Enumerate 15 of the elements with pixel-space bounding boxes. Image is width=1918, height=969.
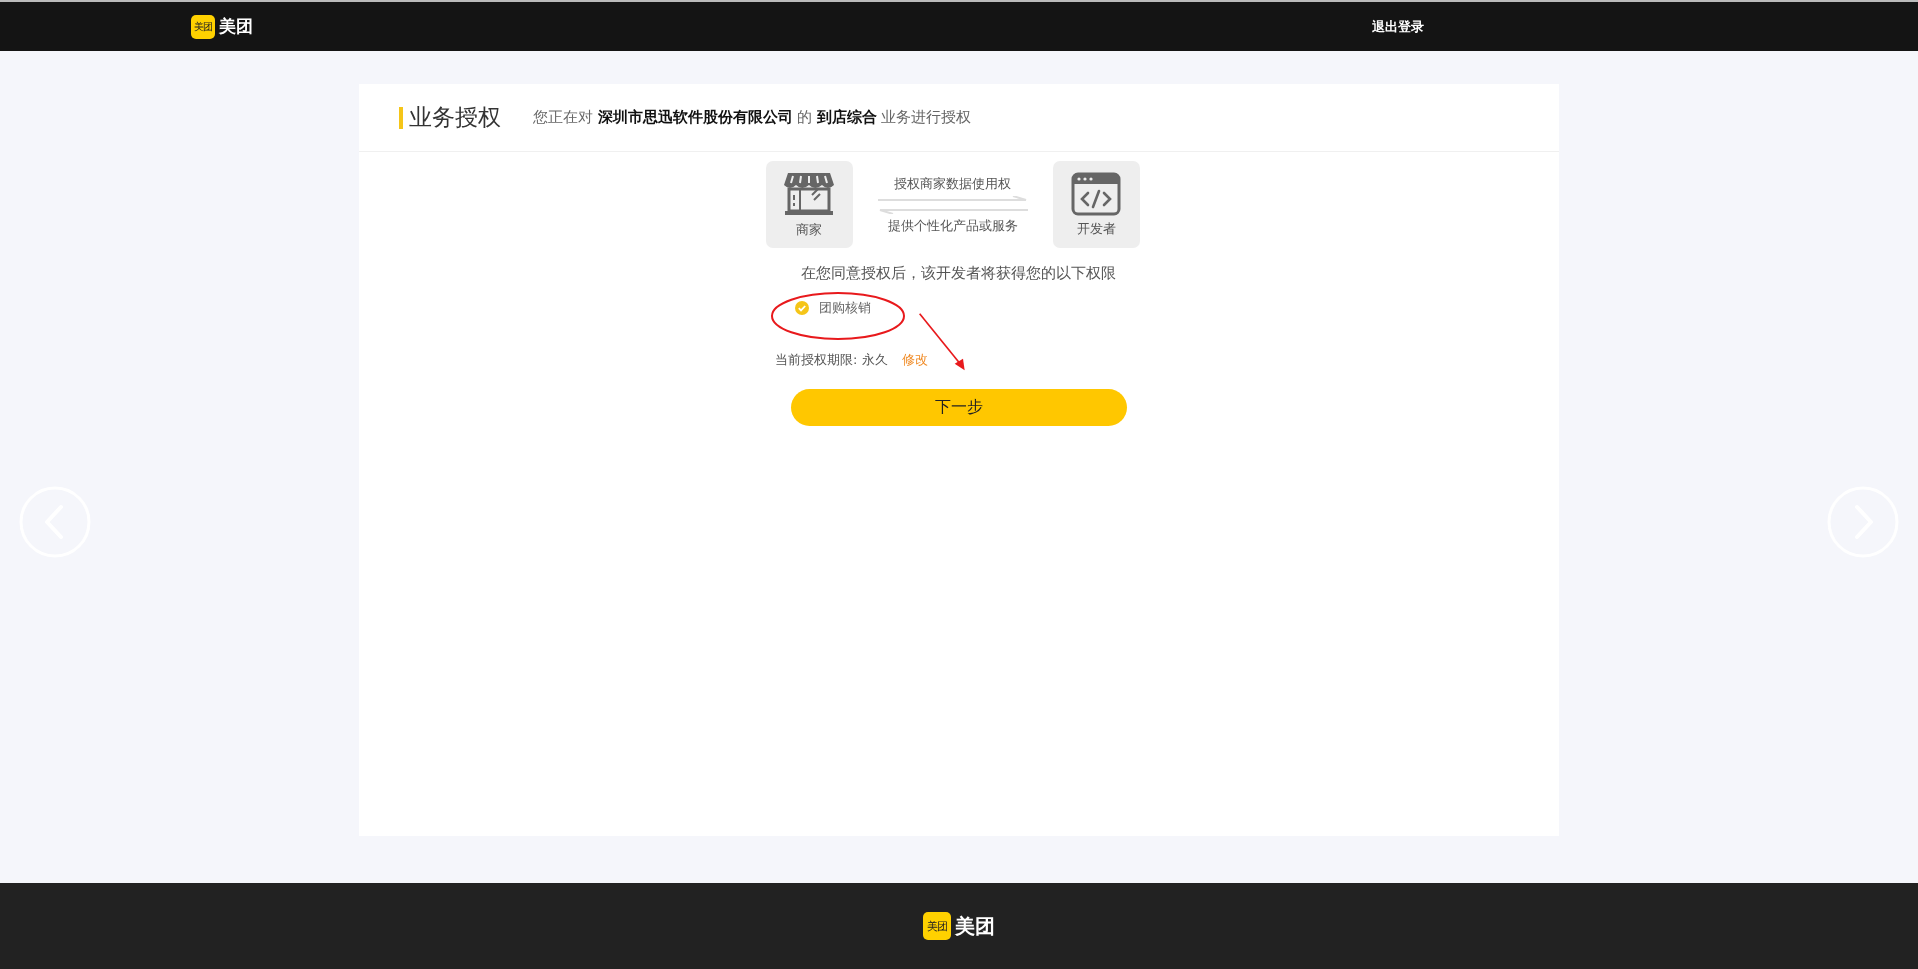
logout-link[interactable]: 退出登录 — [1372, 17, 1424, 36]
next-step-button[interactable]: 下一步 — [791, 389, 1127, 426]
brand-logo-badge: 美团 — [191, 14, 215, 39]
authorization-description: 您正在对 深圳市思迅软件股份有限公司 的 到店综合 业务进行授权 — [533, 108, 972, 127]
permission-label: 团购核销 — [819, 299, 871, 317]
brand-wordmark: 美团 — [955, 912, 995, 940]
merchant-label: 商家 — [796, 220, 822, 239]
authorization-term: 当前授权期限: 永久 — [775, 351, 888, 369]
developer-label: 开发者 — [1076, 219, 1116, 238]
flow-label: 提供个性化产品或服务 — [887, 216, 1018, 235]
brand-logo-badge: 美团 — [923, 912, 951, 940]
page-title: 业务授权 — [409, 103, 501, 132]
brand-wordmark: 美团 — [219, 15, 253, 38]
flow-label: 授权商家数据使用权 — [894, 174, 1011, 193]
permission-intro: 在您同意授权后，该开发者将获得您的以下权限 — [800, 264, 1116, 283]
